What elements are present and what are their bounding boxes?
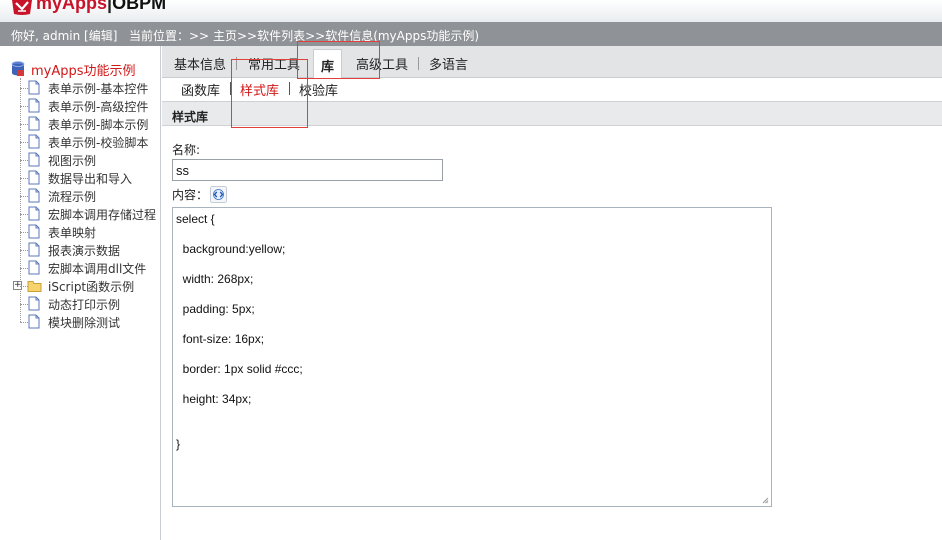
tab-common-tools[interactable]: 常用工具 [248, 54, 300, 73]
tree-item-label: iScript函数示例 [48, 280, 135, 294]
status-bar: 你好, admin [编辑] 当前位置：>> 主页>>软件列表>>软件信息(my… [0, 22, 942, 46]
tree-item-label: 宏脚本调用dll文件 [48, 262, 147, 276]
code-line: padding: 5px; [176, 302, 255, 316]
subtab-separator [289, 82, 290, 95]
tab-separator [236, 57, 237, 70]
app-header: myApps|OBPM [0, 0, 942, 22]
tab-library[interactable]: 库 [313, 49, 343, 79]
subtab-separator [230, 82, 231, 95]
tree-item-label: 模块删除测试 [48, 316, 121, 330]
database-icon [11, 61, 25, 76]
code-format-icon[interactable] [210, 186, 227, 203]
document-icon [28, 206, 40, 221]
breadcrumb-sep: >> [305, 29, 326, 43]
content-textarea[interactable]: select { background:yellow; width: 268px… [172, 207, 772, 507]
breadcrumb-home[interactable]: 主页 [213, 29, 237, 43]
code-line: font-size: 16px; [176, 332, 265, 346]
breadcrumb-sep: >> [236, 29, 258, 43]
name-input[interactable] [172, 159, 443, 181]
document-icon [28, 152, 40, 167]
user-greeting[interactable]: 你好, admin [编辑] [11, 27, 117, 44]
tree-item-label: 流程示例 [48, 190, 97, 204]
code-line: width: 268px; [176, 272, 254, 286]
document-icon [28, 188, 40, 203]
main-content: 基本信息 常用工具 库 高级工具 多语言 函数库 样式库 校验库 样式库 名称:… [162, 46, 942, 540]
tree-item-label: 视图示例 [48, 154, 97, 168]
section-title: 样式库 [172, 110, 209, 124]
tree-item-label: 表单示例-高级控件 [48, 100, 149, 114]
code-line: select { [176, 212, 215, 226]
section-header: 样式库 [162, 101, 942, 126]
document-icon [28, 260, 40, 275]
document-icon [28, 80, 40, 95]
myapps-logo-icon [12, 0, 32, 15]
tree-item-label: 表单示例-基本控件 [48, 82, 149, 96]
tree-item-label: 动态打印示例 [48, 298, 121, 312]
tab-bar: 基本信息 常用工具 库 高级工具 多语言 [162, 46, 942, 79]
tab-advanced-tools[interactable]: 高级工具 [356, 54, 408, 73]
resize-grip-icon[interactable] [761, 496, 769, 504]
breadcrumb: 当前位置：>> 主页>>软件列表>>软件信息(myApps功能示例) [129, 27, 479, 44]
tab-basic-info[interactable]: 基本信息 [174, 54, 226, 73]
app-suite: OBPM [112, 0, 167, 13]
tree-item-label: 宏脚本调用存储过程 [48, 208, 157, 222]
tree-item-label: 表单示例-校验脚本 [48, 136, 149, 150]
breadcrumb-prefix: 当前位置：>> [129, 29, 213, 43]
document-icon [28, 314, 40, 329]
code-line: height: 34px; [176, 392, 252, 406]
document-icon [28, 170, 40, 185]
code-line: border: 1px solid #ccc; [176, 362, 303, 376]
name-label: 名称: [172, 143, 201, 157]
breadcrumb-software-list[interactable]: 软件列表 [257, 29, 305, 43]
tree-item-label: 表单映射 [48, 226, 97, 240]
breadcrumb-software-info[interactable]: 软件信息(myApps功能示例) [325, 29, 479, 43]
tree-item-label: 表单示例-脚本示例 [48, 118, 149, 132]
app-name: myApps [36, 0, 108, 13]
document-icon [28, 296, 40, 311]
tab-separator [418, 57, 419, 70]
sub-tab-bar: 函数库 样式库 校验库 [162, 78, 942, 100]
code-line: } [176, 437, 181, 451]
content-label: 内容： [172, 188, 209, 202]
document-icon [28, 134, 40, 149]
folder-icon [27, 281, 42, 292]
tree-root-label: myApps功能示例 [31, 64, 136, 79]
tab-multilanguage[interactable]: 多语言 [429, 54, 468, 73]
document-icon [28, 98, 40, 113]
subtab-style-library[interactable]: 样式库 [240, 80, 279, 99]
code-line: background:yellow; [176, 242, 286, 256]
app-title: myApps|OBPM [36, 0, 166, 14]
document-icon [28, 116, 40, 131]
document-icon [28, 224, 40, 239]
tree-item-label: 数据导出和导入 [48, 172, 133, 186]
module-tree: myApps功能示例 表单示例-基本控件 表单示例-高级控件 表单示例-脚本示例… [0, 46, 161, 540]
subtab-function-library[interactable]: 函数库 [181, 80, 220, 99]
document-icon [28, 242, 40, 257]
tree-item-label: 报表演示数据 [48, 244, 121, 258]
subtab-validation-library[interactable]: 校验库 [299, 80, 338, 99]
